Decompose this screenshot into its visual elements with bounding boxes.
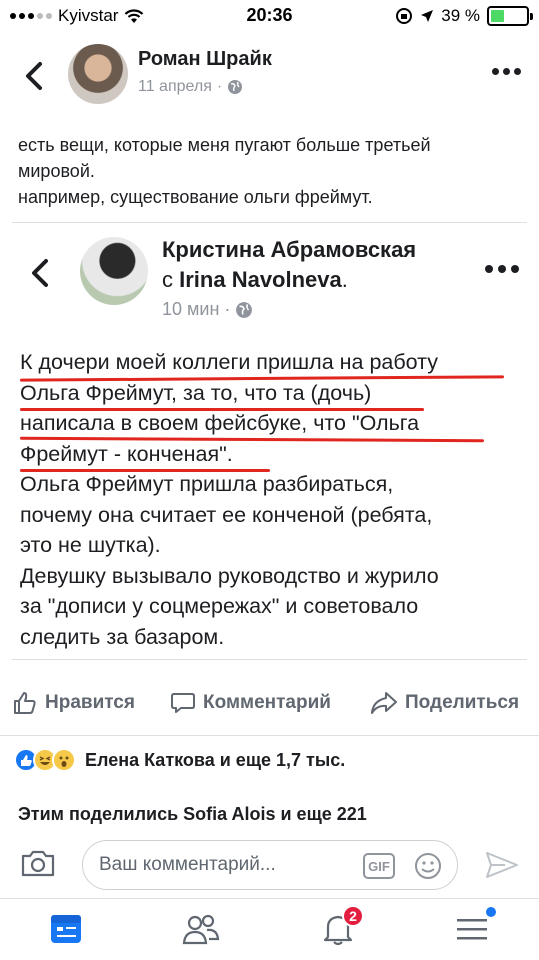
post-text: есть вещи, которые меня пугают больше тр… — [18, 132, 523, 210]
comment-placeholder: Ваш комментарий... — [99, 854, 276, 875]
shared-author-name[interactable]: Кристина Абрамовская — [162, 237, 416, 263]
status-right: 39 % — [395, 6, 533, 26]
gif-button[interactable]: GIF — [363, 853, 395, 879]
shared-text-line: Ольга Фреймут пришла разбираться, — [20, 472, 394, 496]
wow-reaction-icon — [52, 748, 76, 772]
shared-text-line: за "дописи у соцмережах" и советовало — [20, 594, 419, 618]
camera-icon[interactable] — [20, 848, 56, 878]
globe-icon — [228, 80, 243, 94]
comment-bar: Ваш комментарий... GIF — [0, 832, 539, 898]
post-header: Роман Шрайк 11 апреля · — [0, 32, 539, 122]
shared-post: Кристина Абрамовская с Irina Navolneva. … — [12, 222, 527, 660]
location-icon — [421, 10, 434, 22]
friends-icon — [182, 914, 220, 945]
comment-label: Комментарий — [203, 692, 331, 713]
tab-friends[interactable] — [182, 911, 222, 951]
menu-update-dot — [486, 907, 496, 917]
post-date[interactable]: 11 апреля — [138, 78, 212, 96]
post-text-line: мировой. — [18, 161, 95, 181]
globe-icon — [236, 301, 253, 318]
share-label: Поделиться — [405, 692, 520, 713]
notifications-badge: 2 — [342, 905, 364, 927]
send-icon[interactable] — [485, 850, 519, 880]
share-icon — [371, 692, 397, 714]
shared-text-line: Девушку вызывало руководство и журило — [20, 563, 439, 588]
red-underline — [20, 469, 270, 472]
more-options-icon[interactable] — [492, 68, 521, 75]
shared-text-line: Ольга Фреймут, за то, что та (дочь) — [20, 380, 372, 405]
author-name[interactable]: Роман Шрайк — [138, 48, 272, 71]
like-button[interactable]: Нравится — [12, 690, 135, 716]
shared-text-line: Фреймут - конченая". — [20, 441, 233, 466]
comment-button[interactable]: Комментарий — [170, 690, 331, 716]
battery-fill — [491, 10, 505, 22]
news-feed-icon — [51, 915, 81, 943]
like-label: Нравится — [45, 692, 135, 713]
rotation-lock-icon — [396, 8, 413, 24]
thumbs-up-icon — [14, 692, 36, 714]
comment-icon — [171, 693, 195, 713]
back-icon[interactable] — [20, 56, 50, 96]
action-bar: Нравится Комментарий Поделиться — [0, 672, 539, 736]
shared-post-time[interactable]: 10 мин — [162, 299, 219, 320]
shares-summary[interactable]: Этим поделились Sofia Alois и еще 221 — [18, 804, 367, 825]
shared-text-line: почему она считает ее конченой (ребята, — [20, 502, 433, 527]
status-bar: Kyivstar 20:36 39 % — [0, 0, 539, 32]
share-button[interactable]: Поделиться — [370, 690, 519, 716]
menu-icon — [457, 919, 487, 940]
shared-text-line: К дочери моей коллеги пришла на работу — [20, 350, 439, 374]
tab-news-feed[interactable] — [48, 911, 88, 951]
shared-text-line: следить за базаром. — [20, 624, 225, 649]
battery-percent: 39 % — [441, 6, 480, 25]
tab-menu[interactable] — [454, 907, 496, 951]
battery-icon — [487, 6, 533, 26]
separator-dot: · — [224, 299, 231, 319]
shared-post-text: К дочери моей коллеги пришла на работу О… — [20, 347, 520, 652]
tagged-person[interactable]: Irina Navolneva — [179, 267, 342, 292]
tab-notifications[interactable]: 2 — [320, 905, 364, 951]
avatar[interactable] — [68, 44, 128, 104]
separator-dot: · — [216, 78, 223, 95]
shared-post-meta: 10 мин · — [162, 299, 253, 320]
red-underline — [20, 408, 424, 411]
more-options-icon[interactable] — [485, 265, 519, 273]
reactions-summary[interactable]: Елена Каткова и еще 1,7 тыс. — [14, 748, 345, 772]
post-text-line: например, существование ольги фреймут. — [18, 187, 373, 207]
comment-input[interactable]: Ваш комментарий... GIF — [82, 840, 458, 890]
emoji-icon[interactable] — [413, 851, 443, 881]
back-icon[interactable] — [26, 253, 56, 293]
with-prefix: с — [162, 267, 173, 292]
post-meta: 11 апреля · — [138, 78, 243, 96]
reactions-text[interactable]: Елена Каткова и еще 1,7 тыс. — [85, 750, 345, 771]
avatar[interactable] — [80, 237, 148, 305]
with-suffix: . — [341, 267, 348, 292]
post-text-line: есть вещи, которые меня пугают больше тр… — [18, 135, 431, 155]
tagged-with: с Irina Navolneva. — [162, 267, 348, 293]
shared-text-line: это не шутка). — [20, 533, 161, 557]
tab-bar: 2 — [0, 898, 539, 960]
shared-text-line: написала в своем фейсбуке, что "Ольга — [20, 411, 420, 435]
